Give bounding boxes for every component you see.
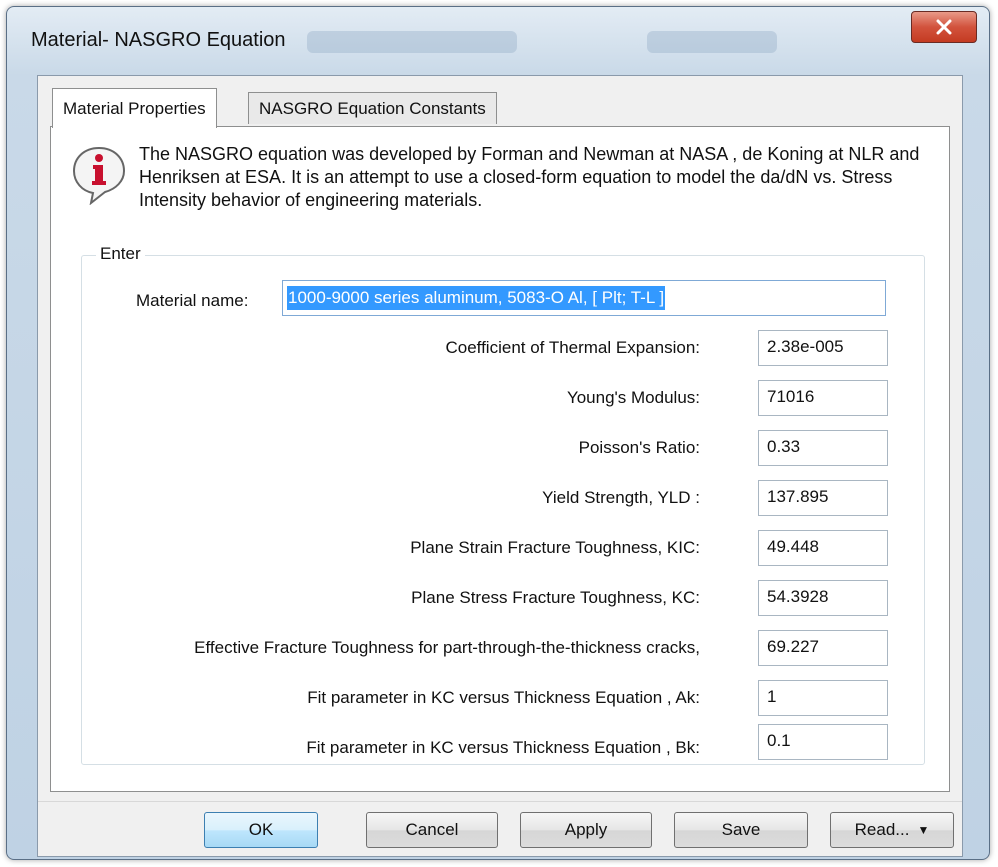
save-button[interactable]: Save	[674, 812, 808, 848]
button-row-separator	[38, 801, 962, 802]
fit-parameter-bk-label: Fit parameter in KC versus Thickness Equ…	[306, 738, 700, 757]
plane-strain-toughness-label: Plane Strain Fracture Toughness, KIC:	[410, 538, 700, 557]
enter-groupbox: Enter Material name: 1000-9000 series al…	[81, 244, 925, 765]
effective-toughness-input[interactable]: 69.227	[758, 630, 888, 666]
yield-strength-input[interactable]: 137.895	[758, 480, 888, 516]
fit-parameter-ak-label: Fit parameter in KC versus Thickness Equ…	[307, 688, 700, 707]
read-button-label: Read...	[854, 820, 910, 839]
effective-toughness-label: Effective Fracture Toughness for part-th…	[194, 638, 700, 657]
material-name-value: 1000-9000 series aluminum, 5083-O Al, [ …	[287, 286, 666, 310]
info-icon	[72, 146, 126, 205]
title-bar-glare	[307, 31, 517, 53]
close-icon	[936, 19, 952, 35]
youngs-modulus-input[interactable]: 71016	[758, 380, 888, 416]
fit-parameter-ak-input[interactable]: 1	[758, 680, 888, 716]
dropdown-arrow-icon: ▼	[917, 823, 930, 837]
dialog-window: Material- NASGRO Equation Material Prope…	[6, 6, 990, 860]
poissons-ratio-input[interactable]: 0.33	[758, 430, 888, 466]
thermal-expansion-label: Coefficient of Thermal Expansion:	[445, 338, 700, 357]
fit-parameter-bk-input[interactable]: 0.1	[758, 724, 888, 760]
close-button[interactable]	[911, 11, 977, 43]
tab-nasgro-constants[interactable]: NASGRO Equation Constants	[248, 92, 497, 124]
thermal-expansion-input[interactable]: 2.38e-005	[758, 330, 888, 366]
read-button[interactable]: Read... ▼	[830, 812, 954, 848]
poissons-ratio-label: Poisson's Ratio:	[578, 438, 700, 457]
ok-button[interactable]: OK	[204, 812, 318, 848]
yield-strength-label: Yield Strength, YLD :	[542, 488, 700, 507]
plane-stress-toughness-input[interactable]: 54.3928	[758, 580, 888, 616]
material-name-label: Material name:	[136, 291, 249, 310]
plane-stress-toughness-label: Plane Stress Fracture Toughness, KC:	[411, 588, 700, 607]
material-name-input[interactable]: 1000-9000 series aluminum, 5083-O Al, [ …	[282, 280, 886, 316]
plane-strain-toughness-input[interactable]: 49.448	[758, 530, 888, 566]
title-bar[interactable]: Material- NASGRO Equation	[7, 7, 989, 67]
tab-material-properties[interactable]: Material Properties	[52, 88, 217, 128]
title-bar-glare	[647, 31, 777, 53]
apply-button[interactable]: Apply	[520, 812, 652, 848]
cancel-button[interactable]: Cancel	[366, 812, 498, 848]
window-title: Material- NASGRO Equation	[31, 29, 286, 51]
youngs-modulus-label: Young's Modulus:	[566, 388, 700, 407]
material-properties-panel: The NASGRO equation was developed by For…	[50, 126, 950, 792]
dialog-client-area: Material Properties NASGRO Equation Cons…	[37, 75, 963, 857]
info-description: The NASGRO equation was developed by For…	[139, 144, 920, 210]
groupbox-label: Enter	[96, 244, 145, 264]
